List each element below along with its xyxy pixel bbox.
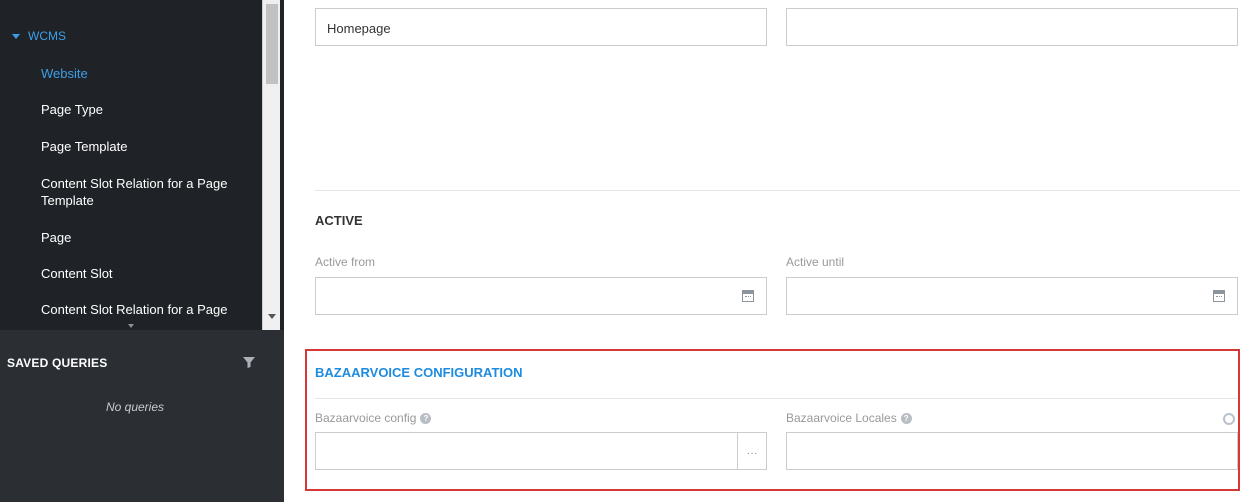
sidebar-item-content-slot-relation-page[interactable]: Content Slot Relation for a Page — [41, 301, 261, 318]
help-icon[interactable]: ? — [420, 412, 432, 424]
section-divider — [315, 190, 1240, 191]
help-icon[interactable]: ? — [900, 412, 912, 424]
scrollbar-thumb[interactable] — [266, 4, 278, 84]
sidebar-item-website[interactable]: Website — [41, 65, 261, 82]
active-from-label-text: Active from — [315, 255, 376, 269]
name-field-value: Homepage — [327, 21, 391, 36]
sidebar-item-page[interactable]: Page — [41, 229, 261, 246]
browse-button[interactable]: ... — [737, 432, 767, 470]
scroll-down-arrow-icon[interactable] — [268, 314, 276, 319]
bazaarvoice-locales-label: Bazaarvoice Locales ? — [786, 411, 912, 425]
saved-queries-title: SAVED QUERIES — [7, 356, 108, 370]
active-from-label: Active from — [315, 255, 375, 269]
active-section-title: ACTIVE — [315, 213, 363, 228]
sidebar-nav-tree: WCMS Website Page Type Page Template Con… — [0, 0, 284, 330]
sidebar: WCMS Website Page Type Page Template Con… — [0, 0, 284, 502]
nav-group-label: WCMS — [28, 29, 66, 43]
active-until-label-text: Active until — [786, 255, 845, 269]
calendar-icon[interactable] — [1213, 290, 1225, 302]
filter-icon[interactable] — [242, 355, 256, 369]
sidebar-item-content-slot[interactable]: Content Slot — [41, 265, 261, 282]
bazaarvoice-section-title: BAZAARVOICE CONFIGURATION — [315, 365, 523, 380]
active-until-input[interactable] — [786, 277, 1238, 315]
secondary-field[interactable] — [786, 8, 1238, 46]
sidebar-scrollbar[interactable] — [262, 0, 280, 330]
bazaarvoice-config-label-text: Bazaarvoice config — [315, 411, 417, 425]
bazaarvoice-locales-input[interactable] — [786, 432, 1238, 470]
sidebar-item-page-template[interactable]: Page Template — [41, 138, 261, 155]
saved-queries-header: SAVED QUERIES — [0, 350, 284, 378]
active-from-input[interactable] — [315, 277, 767, 315]
name-field[interactable]: Homepage — [315, 8, 767, 46]
expand-triangle-icon — [12, 33, 20, 39]
nav-group-wcms[interactable]: WCMS — [0, 25, 262, 47]
bazaarvoice-config-input[interactable]: ... — [315, 432, 767, 470]
bazaarvoice-config-label: Bazaarvoice config ? — [315, 411, 432, 425]
calendar-icon[interactable] — [742, 290, 754, 302]
reset-icon[interactable] — [1223, 413, 1235, 425]
collapse-caret-icon[interactable] — [128, 324, 134, 328]
sidebar-item-page-type[interactable]: Page Type — [41, 101, 261, 118]
bazaarvoice-locales-label-text: Bazaarvoice Locales — [786, 411, 897, 425]
no-queries-text: No queries — [105, 400, 165, 414]
bazaarvoice-divider — [315, 398, 1237, 399]
sidebar-item-content-slot-relation-page-template[interactable]: Content Slot Relation for a Page Templat… — [41, 175, 261, 209]
active-until-label: Active until — [786, 255, 844, 269]
